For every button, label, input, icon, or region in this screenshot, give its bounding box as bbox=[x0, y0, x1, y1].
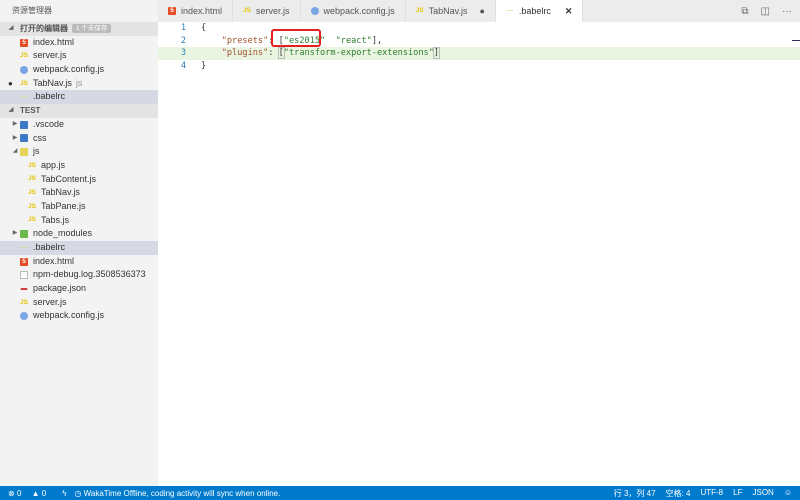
file-item[interactable]: JS TabNav.js bbox=[0, 186, 158, 200]
open-editor-item[interactable]: ● JS TabNav.js js bbox=[0, 77, 158, 91]
webpack-icon bbox=[310, 7, 319, 15]
npm-package-icon: ▬ bbox=[20, 284, 28, 292]
js-file-icon: JS bbox=[28, 216, 36, 224]
babel-file-icon: — bbox=[20, 93, 28, 101]
folder-item[interactable]: ◢ js bbox=[0, 145, 158, 159]
file-item[interactable]: JS Tabs.js bbox=[0, 214, 158, 228]
editor-tabs: 5 index.html JS server.js webpack.config.js J… bbox=[158, 0, 800, 22]
current-line: 3 "plugins": ["transform-export-extensio… bbox=[158, 47, 800, 61]
explorer-title: 资源管理器 bbox=[12, 6, 52, 15]
tab-babelrc[interactable]: — .babelrc ✕ bbox=[495, 0, 584, 22]
file-item[interactable]: JS TabPane.js bbox=[0, 200, 158, 214]
webpack-icon bbox=[20, 65, 28, 74]
close-icon[interactable]: ✕ bbox=[565, 0, 573, 22]
folder-icon bbox=[20, 148, 28, 157]
folder-icon bbox=[20, 230, 28, 239]
cursor-position[interactable]: 行 3，列 47 bbox=[614, 488, 656, 499]
tab-index-html[interactable]: 5 index.html bbox=[158, 0, 234, 22]
js-file-icon: JS bbox=[415, 7, 424, 14]
highlight-annotation-box bbox=[271, 29, 321, 47]
chevron-down-icon: ◢ bbox=[8, 107, 14, 114]
js-file-icon: JS bbox=[243, 7, 251, 14]
file-item[interactable]: — .babelrc bbox=[0, 241, 158, 255]
language-mode[interactable]: JSON bbox=[752, 488, 773, 499]
unsaved-dot-icon: ● bbox=[8, 78, 13, 88]
babel-file-icon: — bbox=[506, 7, 514, 14]
babel-file-icon: — bbox=[20, 243, 28, 251]
open-preview-icon[interactable]: ⧉ bbox=[741, 6, 748, 17]
folder-item[interactable]: ▶ node_modules bbox=[0, 227, 158, 241]
file-item[interactable]: 5 index.html bbox=[0, 255, 158, 269]
file-item[interactable]: webpack.config.js bbox=[0, 309, 158, 323]
html-file-icon: 5 bbox=[20, 38, 28, 47]
problems-indicator[interactable]: ⊗ 0 ▲ 0 bbox=[8, 489, 54, 498]
chevron-right-icon: ▶ bbox=[12, 230, 18, 237]
status-bar: ⊗ 0 ▲ 0 ϟ ◷ WakaTime Offline, coding act… bbox=[0, 486, 800, 500]
js-file-icon: JS bbox=[20, 52, 28, 60]
html-file-icon: 5 bbox=[20, 257, 28, 266]
encoding[interactable]: UTF-8 bbox=[700, 488, 723, 499]
js-file-icon: JS bbox=[20, 79, 28, 87]
js-file-icon: JS bbox=[20, 298, 28, 306]
file-item[interactable]: JS app.js bbox=[0, 159, 158, 173]
file-item[interactable]: JS server.js bbox=[0, 296, 158, 310]
unsaved-badge: 1 个未保存 bbox=[72, 24, 112, 34]
open-editor-item[interactable]: JS server.js bbox=[0, 49, 158, 63]
feedback-smiley-icon[interactable]: ☺ bbox=[784, 488, 792, 499]
open-editor-item[interactable]: — .babelrc bbox=[0, 90, 158, 105]
file-icon bbox=[20, 271, 28, 280]
overview-ruler-marker bbox=[792, 40, 800, 41]
indentation[interactable]: 空格: 4 bbox=[666, 488, 691, 499]
project-header[interactable]: ◢ TEST bbox=[0, 104, 158, 118]
html-file-icon: 5 bbox=[168, 7, 176, 15]
file-item[interactable]: JS TabContent.js bbox=[0, 173, 158, 187]
folder-icon bbox=[20, 120, 28, 129]
js-file-icon: JS bbox=[28, 175, 36, 183]
folder-item[interactable]: ▶ css bbox=[0, 132, 158, 146]
folder-icon bbox=[20, 134, 28, 143]
folder-item[interactable]: ▶ .vscode bbox=[0, 118, 158, 132]
open-editors-header[interactable]: ◢ 打开的编辑器 1 个未保存 bbox=[0, 22, 158, 36]
webpack-icon bbox=[20, 312, 28, 321]
js-file-icon: JS bbox=[28, 189, 36, 197]
file-item[interactable]: ▬ package.json bbox=[0, 282, 158, 296]
open-editor-item[interactable]: webpack.config.js bbox=[0, 63, 158, 77]
more-icon[interactable]: ··· bbox=[782, 6, 792, 17]
tab-server-js[interactable]: JS server.js bbox=[233, 0, 301, 22]
unsaved-dot-icon: ● bbox=[479, 6, 485, 16]
file-item[interactable]: npm-debug.log.3508536373 bbox=[0, 268, 158, 282]
end-of-line[interactable]: LF bbox=[733, 488, 742, 499]
split-editor-icon[interactable]: ◫ bbox=[761, 6, 770, 17]
explorer-sidebar: 资源管理器 ◢ 打开的编辑器 1 个未保存 5 index.html JS server.… bbox=[0, 0, 158, 486]
chevron-down-icon: ◢ bbox=[8, 25, 14, 31]
lightning-icon: ϟ bbox=[62, 488, 67, 498]
wakatime-status[interactable]: ◷ WakaTime Offline, coding activity will… bbox=[74, 489, 288, 498]
chevron-right-icon: ▶ bbox=[12, 120, 18, 127]
js-file-icon: JS bbox=[28, 161, 36, 169]
js-file-icon: JS bbox=[28, 202, 36, 210]
open-editor-item[interactable]: 5 index.html bbox=[0, 36, 158, 50]
code-editor[interactable]: 1{ 2 "presets": ["es2015" "react"], 3 "p… bbox=[158, 22, 800, 486]
tab-tabnav-js[interactable]: JS TabNav.js ● bbox=[405, 0, 496, 22]
tab-webpack-config-js[interactable]: webpack.config.js bbox=[300, 0, 406, 22]
chevron-down-icon: ◢ bbox=[12, 148, 18, 155]
chevron-right-icon: ▶ bbox=[12, 134, 18, 141]
